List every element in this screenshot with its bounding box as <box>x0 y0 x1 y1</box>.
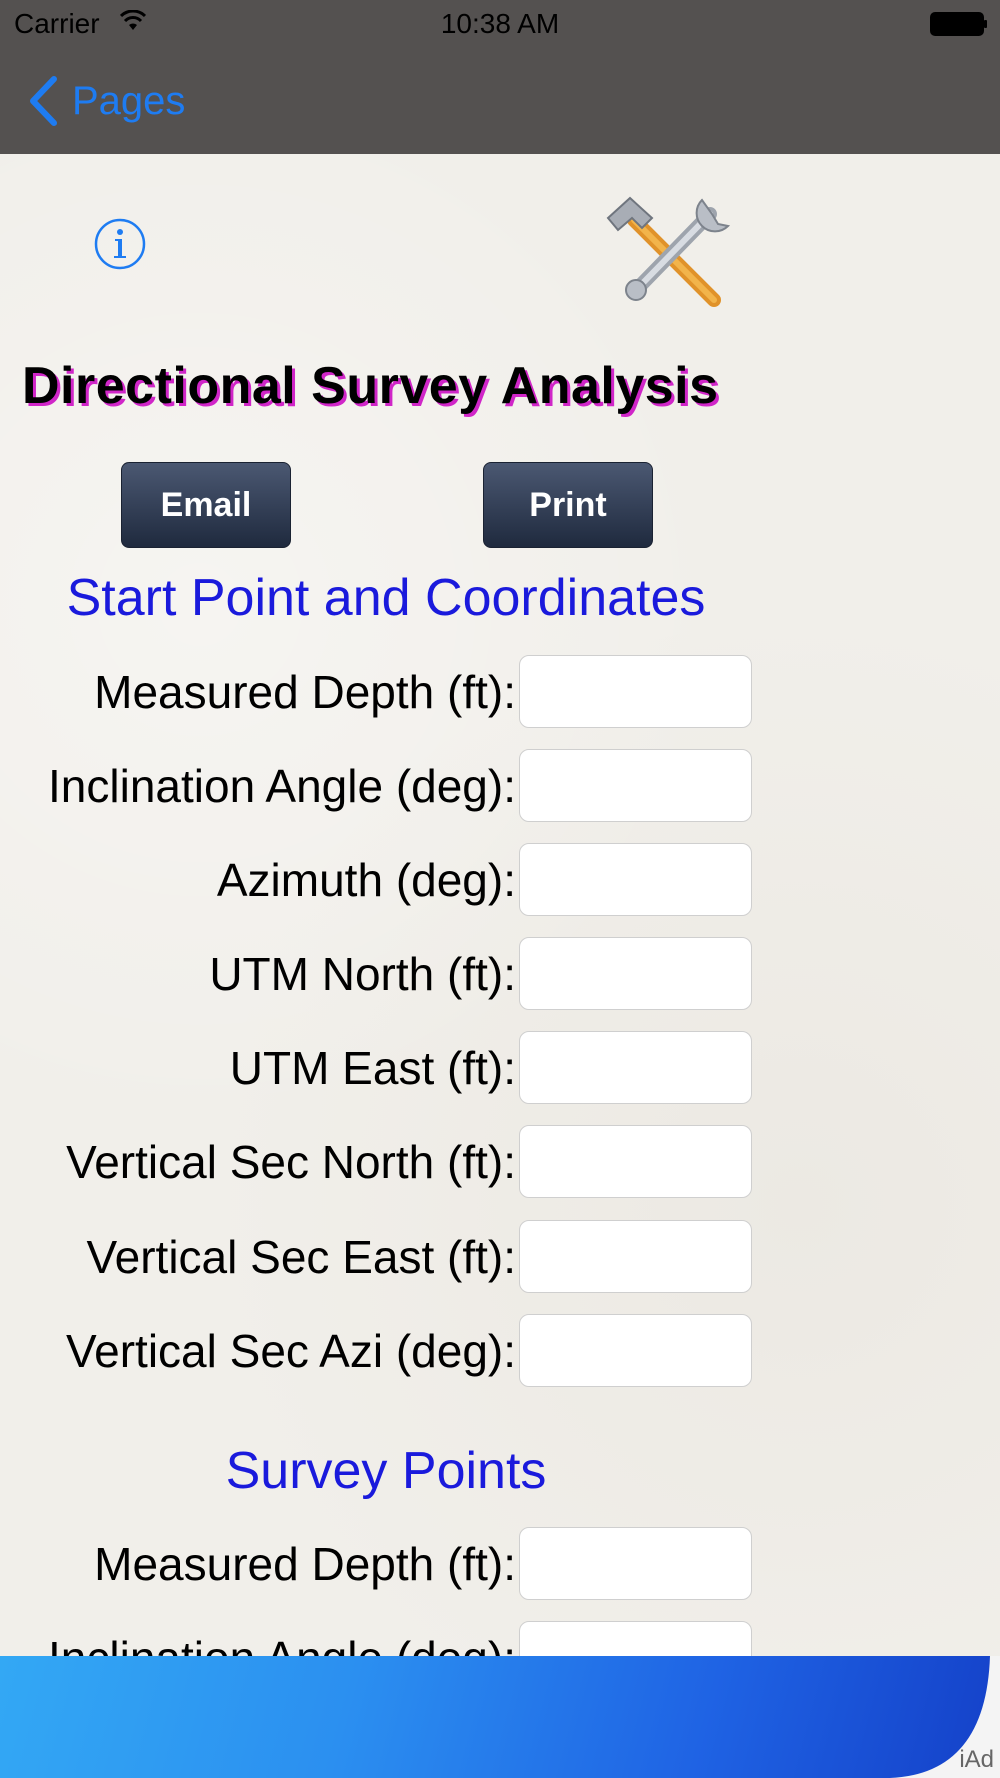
form-row-survey-measured-depth: Measured Depth (ft): <box>0 1527 760 1603</box>
chevron-left-icon <box>30 76 57 126</box>
back-button[interactable]: Pages <box>28 76 185 126</box>
utm-east-input[interactable] <box>519 1031 752 1104</box>
status-bar: Carrier 10:38 AM <box>0 0 1000 50</box>
section-title-survey-points: Survey Points <box>225 1442 547 1500</box>
field-label: Vertical Sec Azi (deg): <box>66 1325 516 1377</box>
inclination-angle-input[interactable] <box>519 749 752 822</box>
iad-label: iAd <box>959 1746 994 1773</box>
field-label: UTM North (ft): <box>209 948 516 1000</box>
field-label: Measured Depth (ft): <box>94 1538 516 1590</box>
form-row-vertical-sec-azi: Vertical Sec Azi (deg): <box>0 1314 760 1390</box>
form-row-utm-north: UTM North (ft): <box>0 937 760 1013</box>
field-label: Vertical Sec East (ft): <box>86 1231 516 1283</box>
print-button[interactable]: Print <box>483 462 653 548</box>
form-row-azimuth: Azimuth (deg): <box>0 843 760 919</box>
section-title-start-point: Start Point and Coordinates <box>66 569 706 627</box>
survey-measured-depth-input[interactable] <box>519 1527 752 1600</box>
utm-north-input[interactable] <box>519 937 752 1010</box>
form-row-vertical-sec-east: Vertical Sec East (ft): <box>0 1220 760 1296</box>
navigation-bar: Pages <box>0 50 1000 154</box>
tools-icon <box>602 192 740 310</box>
email-button[interactable]: Email <box>121 462 291 548</box>
field-label: Inclination Angle (deg): <box>48 760 516 812</box>
battery-icon <box>930 12 988 36</box>
back-button-label: Pages <box>72 78 186 123</box>
field-label: UTM East (ft): <box>229 1042 516 1094</box>
form-row-utm-east: UTM East (ft): <box>0 1031 760 1107</box>
field-label: Measured Depth (ft): <box>94 666 516 718</box>
vertical-sec-east-input[interactable] <box>519 1220 752 1293</box>
field-label: Azimuth (deg): <box>216 854 516 906</box>
clock: 10:38 AM <box>440 8 560 39</box>
vertical-sec-north-input[interactable] <box>519 1125 752 1198</box>
page-title: Directional Survey Analysis <box>22 357 719 415</box>
field-label: Vertical Sec North (ft): <box>66 1136 516 1188</box>
form-row-vertical-sec-north: Vertical Sec North (ft): <box>0 1125 760 1201</box>
ad-banner[interactable]: iAd <box>0 1656 1000 1778</box>
form-row-measured-depth: Measured Depth (ft): <box>0 655 760 731</box>
azimuth-input[interactable] <box>519 843 752 916</box>
info-icon[interactable] <box>94 218 146 270</box>
vertical-sec-azi-input[interactable] <box>519 1314 752 1387</box>
form-row-inclination: Inclination Angle (deg): <box>0 749 760 825</box>
measured-depth-input[interactable] <box>519 655 752 728</box>
